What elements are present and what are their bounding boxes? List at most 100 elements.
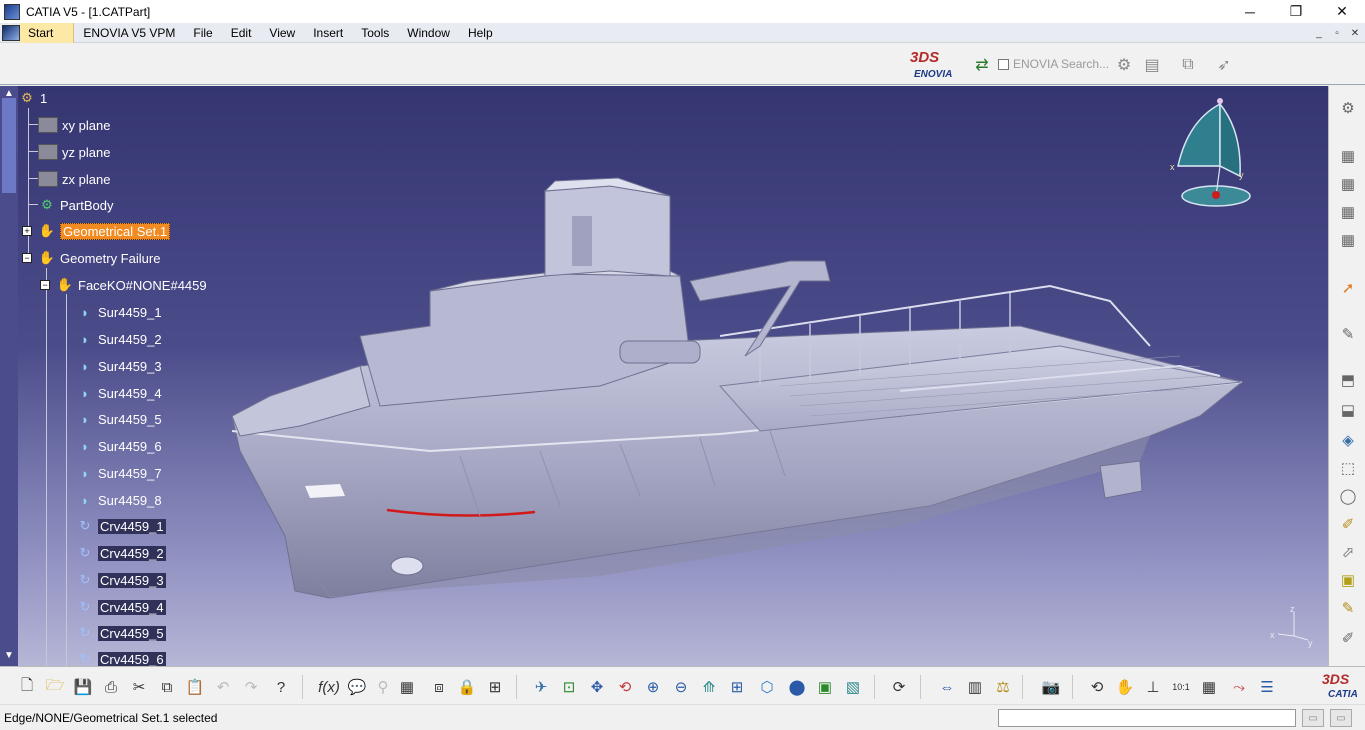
paste-icon[interactable]: 📋	[184, 676, 206, 698]
tree-item-geometry-failure[interactable]: ✋ Geometry Failure	[38, 248, 161, 268]
select-arrow-icon[interactable]: ➚	[1338, 278, 1358, 298]
tree-item-curve[interactable]: ↻ Crv4459_2	[76, 543, 166, 563]
formula-icon[interactable]: f(x)	[318, 676, 340, 698]
update-icon[interactable]: ⟳	[888, 676, 910, 698]
enovia-search-checkbox[interactable]	[998, 58, 1009, 70]
comment-icon[interactable]: 💬	[346, 676, 368, 698]
capture-icon[interactable]: 📷	[1040, 676, 1062, 698]
enovia-refresh-icon[interactable]: ⧉	[1178, 55, 1198, 75]
enovia-tools-icon[interactable]: ⚙	[1114, 55, 1134, 75]
settings-icon[interactable]: ⚙	[1338, 98, 1358, 118]
menu-enovia[interactable]: ENOVIA V5 VPM	[74, 23, 184, 43]
snap-icon[interactable]: ⤳	[1228, 676, 1250, 698]
whats-this-icon[interactable]: ?	[270, 676, 292, 698]
swap-space-icon[interactable]: ▧	[842, 676, 864, 698]
print-icon[interactable]: ⎙	[100, 676, 122, 698]
input-button-2[interactable]: ▭	[1330, 709, 1352, 727]
power-input-field[interactable]	[998, 709, 1296, 727]
shading-icon[interactable]: ⬤	[786, 676, 808, 698]
collapse-icon[interactable]: −	[40, 280, 50, 290]
minimize-button[interactable]: ─	[1227, 0, 1273, 23]
tree-item-xy-plane[interactable]: xy plane	[38, 115, 110, 135]
tree-item-curve[interactable]: ↻ Crv4459_1	[76, 516, 166, 536]
normal-view-icon[interactable]: ⟰	[698, 676, 720, 698]
axis-system-icon[interactable]: ⊥	[1142, 676, 1164, 698]
enovia-save-icon[interactable]: ▤	[1142, 55, 1162, 75]
copy-icon[interactable]: ⧉	[156, 676, 178, 698]
multi-view-icon[interactable]: ⊞	[726, 676, 748, 698]
fill-icon[interactable]: ◯	[1338, 486, 1358, 506]
hand-icon[interactable]: ✋	[1114, 676, 1136, 698]
sketch-tools-icon[interactable]: ▦	[1338, 174, 1358, 194]
tree-item-surface[interactable]: ◗ Sur4459_8	[76, 490, 162, 510]
measure-icon[interactable]: ✎	[1338, 598, 1358, 618]
hide-show-icon[interactable]: ▣	[814, 676, 836, 698]
sweep-icon[interactable]: ⬚	[1338, 458, 1358, 478]
tree-item-surface[interactable]: ◗ Sur4459_3	[76, 356, 162, 376]
menu-edit[interactable]: Edit	[222, 23, 261, 43]
inertia-icon[interactable]: ⚖	[992, 676, 1014, 698]
collapse-icon[interactable]: −	[22, 253, 32, 263]
instantiate-icon[interactable]: ⊞	[484, 676, 506, 698]
workbench-icon[interactable]: ▦	[1338, 202, 1358, 222]
doc-restore-button[interactable]: ▫	[1328, 25, 1346, 41]
menu-start[interactable]: Start	[20, 22, 75, 43]
menu-window[interactable]: Window	[398, 23, 459, 43]
menu-view[interactable]: View	[260, 23, 304, 43]
scale-icon[interactable]: 10:1	[1170, 676, 1192, 698]
rotate-view-icon[interactable]: ⟲	[1086, 676, 1108, 698]
tree-item-facekO[interactable]: ✋ FaceKO#NONE#4459	[56, 275, 207, 295]
zoom-out-icon[interactable]: ⊖	[670, 676, 692, 698]
zoom-in-icon[interactable]: ⊕	[642, 676, 664, 698]
tree-item-geometrical-set[interactable]: ✋ Geometrical Set.1	[38, 221, 171, 241]
measure-between-icon[interactable]: ⇔	[936, 676, 958, 698]
menu-file[interactable]: File	[184, 23, 221, 43]
doc-minimize-button[interactable]: _	[1310, 25, 1328, 41]
fit-all-icon[interactable]: ⊡	[558, 676, 580, 698]
offset-icon[interactable]: ⬓	[1338, 400, 1358, 420]
tree-item-curve[interactable]: ↻ Crv4459_3	[76, 570, 166, 590]
trim-icon[interactable]: ⬀	[1338, 542, 1358, 562]
tree-root[interactable]: ⚙ 1	[18, 88, 47, 108]
sketcher-icon[interactable]: ✎	[1338, 324, 1358, 344]
menu-help[interactable]: Help	[459, 23, 502, 43]
tree-item-curve[interactable]: ↻ Crv4459_4	[76, 597, 166, 617]
close-button[interactable]: ✕	[1319, 0, 1365, 23]
extrude-icon[interactable]: ⬒	[1338, 370, 1358, 390]
lock-icon[interactable]: 🔒	[456, 676, 478, 698]
undo-icon[interactable]: ↶	[212, 676, 234, 698]
graph-icon[interactable]: ⧈	[428, 676, 450, 698]
restore-button[interactable]: ❐	[1273, 0, 1319, 23]
redo-icon[interactable]: ↷	[240, 676, 262, 698]
save-icon[interactable]: 💾	[72, 676, 94, 698]
measure-item-icon[interactable]: ▥	[964, 676, 986, 698]
enovia-send-icon[interactable]: ➶	[1214, 55, 1234, 75]
enovia-connect-icon[interactable]: ⇄	[972, 55, 992, 75]
grid-icon[interactable]: ▦	[1198, 676, 1220, 698]
tree-item-surface[interactable]: ◗ Sur4459_5	[76, 409, 162, 429]
tree-item-yz-plane[interactable]: yz plane	[38, 142, 110, 162]
catia-logo[interactable]: 3DS CATIA	[1318, 671, 1364, 703]
tree-item-surface[interactable]: ◗ Sur4459_4	[76, 383, 162, 403]
tree-item-curve[interactable]: ↻ Crv4459_5	[76, 623, 166, 643]
scroll-thumb[interactable]	[2, 98, 16, 193]
cut-icon[interactable]: ✂	[128, 676, 150, 698]
compass-widget[interactable]: x y	[1168, 96, 1258, 211]
iso-view-icon[interactable]: ⬡	[756, 676, 778, 698]
sketch-icon[interactable]: ▦	[1338, 146, 1358, 166]
split-icon[interactable]: ✐	[1338, 514, 1358, 534]
tree-item-surface[interactable]: ◗ Sur4459_6	[76, 436, 162, 456]
tree-scrollbar[interactable]: ▲ ▼	[0, 86, 18, 666]
parts-icon[interactable]: ▦	[1338, 230, 1358, 250]
enovia-logo[interactable]: 3DS ENOVIA	[908, 49, 958, 81]
enovia-search[interactable]: ENOVIA Search...	[998, 57, 1109, 71]
fly-mode-icon[interactable]: ✈	[530, 676, 552, 698]
rotate-icon[interactable]: ⟲	[614, 676, 636, 698]
tree-item-surface[interactable]: ◗ Sur4459_7	[76, 463, 162, 483]
tree-item-surface[interactable]: ◗ Sur4459_2	[76, 329, 162, 349]
knowledge-icon[interactable]: ⚲	[372, 676, 394, 698]
table-icon[interactable]: ▦	[396, 676, 418, 698]
doc-close-button[interactable]: ✕	[1346, 25, 1364, 41]
menu-tools[interactable]: Tools	[352, 23, 398, 43]
pan-icon[interactable]: ✥	[586, 676, 608, 698]
